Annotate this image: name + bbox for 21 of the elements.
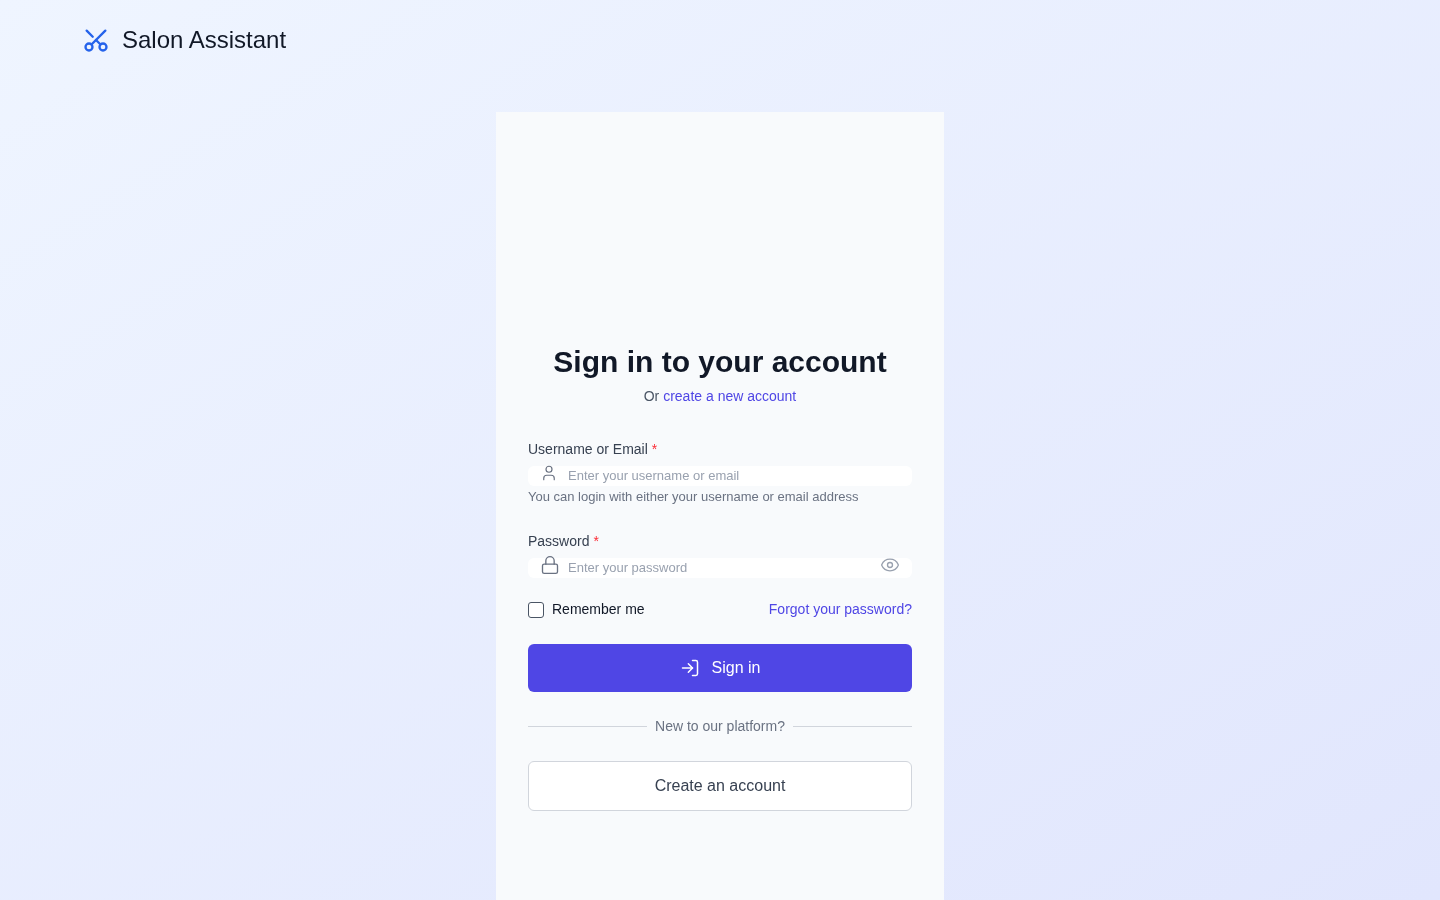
user-icon xyxy=(540,464,558,482)
remember-label: Remember me xyxy=(552,600,645,619)
create-account-link[interactable]: create a new account xyxy=(663,388,797,404)
sign-in-icon xyxy=(679,658,700,678)
create-account-button[interactable]: Create an account xyxy=(528,761,912,811)
sign-in-button[interactable]: Sign in xyxy=(528,644,912,692)
field-label: Username or Email xyxy=(528,440,648,459)
scissors-icon xyxy=(82,26,110,54)
divider-text: New to our platform? xyxy=(655,717,785,736)
forgot-password-link[interactable]: Forgot your password? xyxy=(768,599,912,620)
required-mark: * xyxy=(593,532,599,551)
lock-icon xyxy=(540,555,560,575)
help-text: You can login with either your username or email address xyxy=(528,488,860,506)
input-field[interactable]: Enter your password xyxy=(528,557,912,578)
subtitle-text: Or xyxy=(643,388,660,404)
input-field[interactable]: Enter your username or email xyxy=(528,465,912,486)
brand-name: Salon Assistant xyxy=(122,25,287,55)
remember-checkbox[interactable] xyxy=(528,601,544,618)
field-label: Password xyxy=(528,532,590,551)
page-title: Sign in to your account xyxy=(552,344,888,380)
required-mark: * xyxy=(651,440,658,459)
